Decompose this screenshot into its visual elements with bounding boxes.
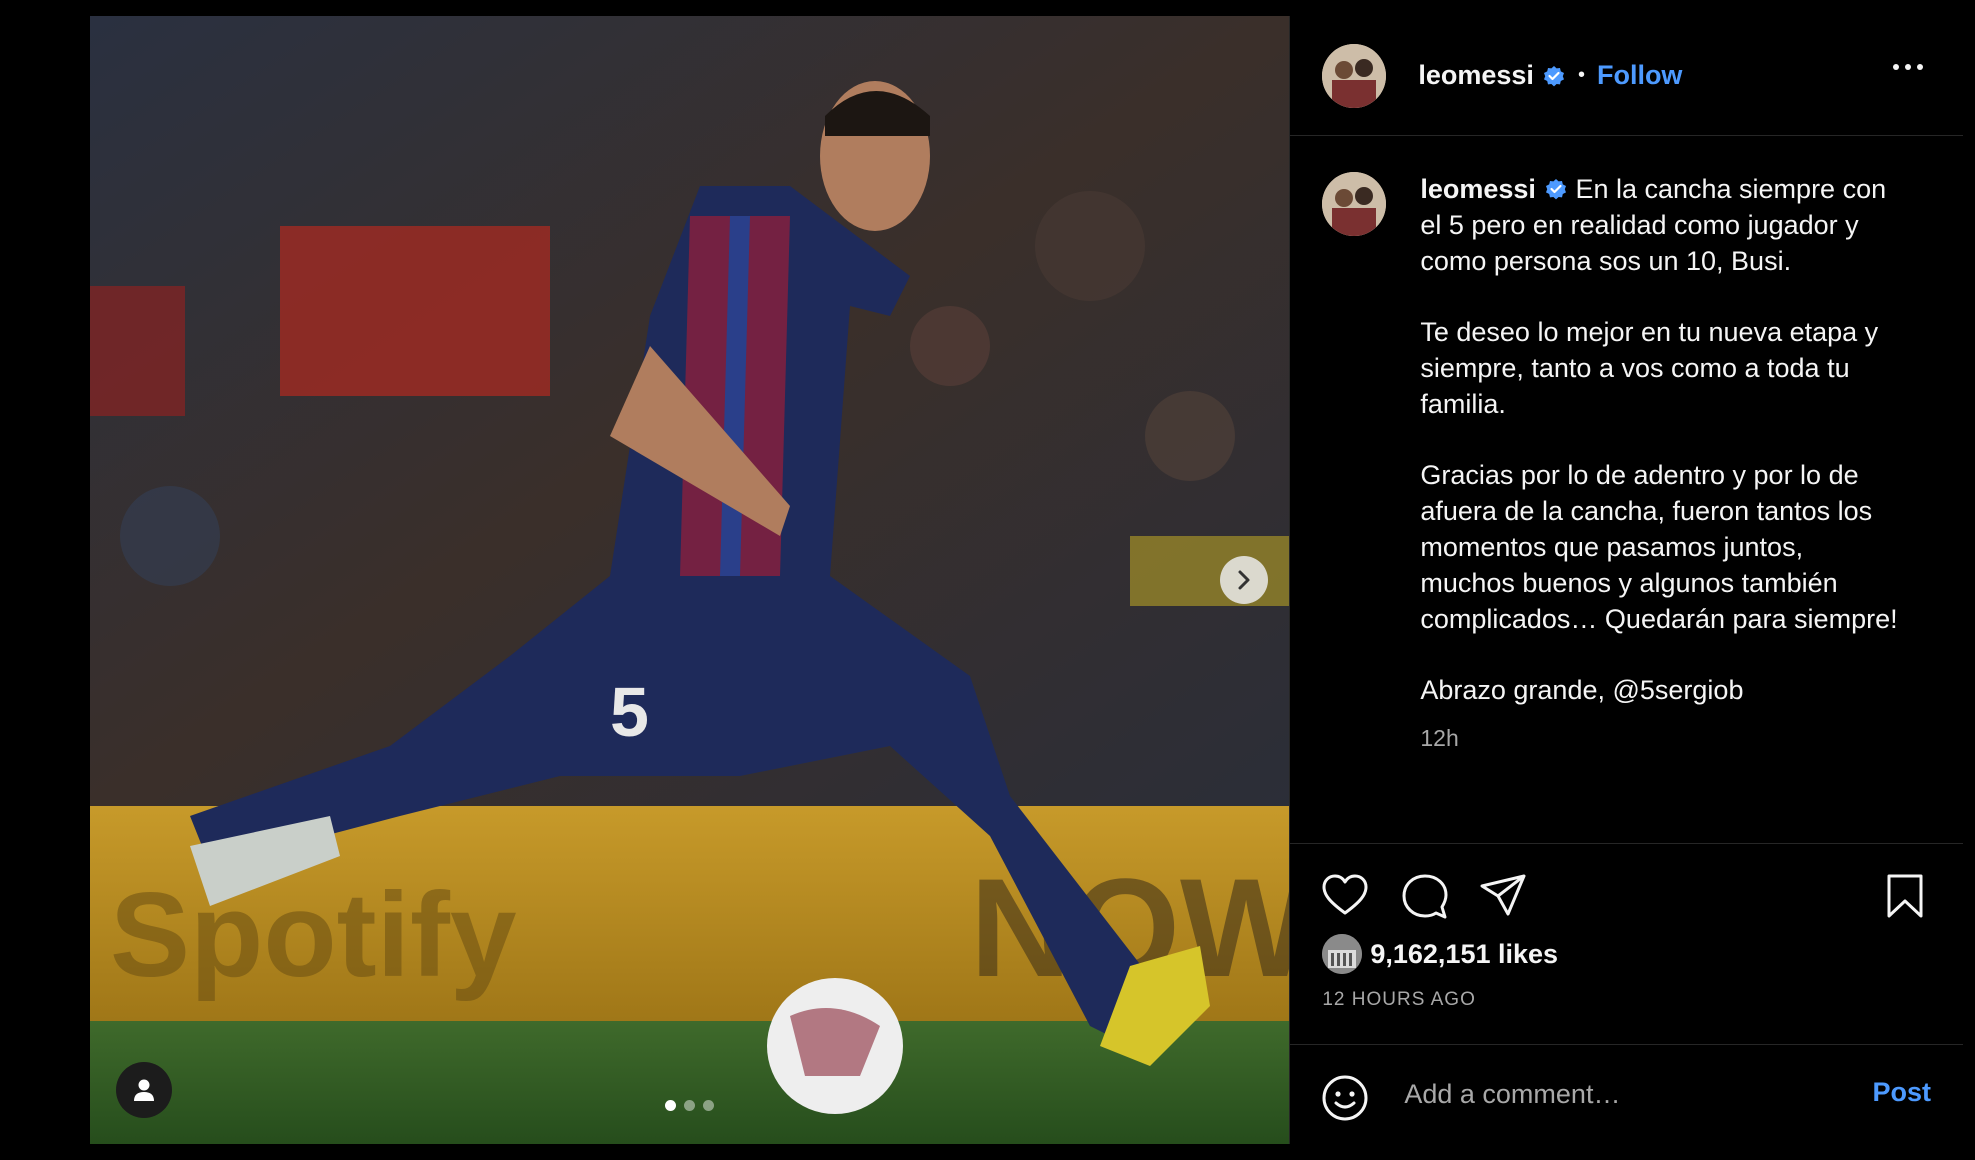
heart-icon[interactable]	[1322, 874, 1368, 916]
action-bar: 9,162,151 likes 12 HOURS AGO	[1290, 844, 1963, 1045]
next-photo-button[interactable]	[1220, 556, 1268, 604]
comment-bar: Post	[1290, 1045, 1963, 1143]
avatar-image	[1322, 934, 1363, 974]
carousel-indicator	[665, 1100, 714, 1111]
bookmark-icon[interactable]	[1886, 874, 1924, 918]
tag-user-icon	[134, 1079, 154, 1101]
more-options-button[interactable]	[1893, 64, 1923, 70]
avatar-image	[1322, 43, 1387, 108]
avatar-image	[1322, 172, 1387, 236]
post-photo: Spotify NOW 5	[90, 16, 1290, 1144]
liker-avatar[interactable]	[1322, 934, 1363, 974]
carousel-dot	[703, 1100, 714, 1111]
tag-user-button[interactable]	[116, 1062, 172, 1118]
caption-text: leomessi En la cancha siempre con el 5 p…	[1420, 172, 1900, 709]
post-modal: Spotify NOW 5 leomessi • Follow leomessi…	[90, 16, 1963, 1144]
caption-username[interactable]: leomessi	[1420, 174, 1536, 204]
share-icon[interactable]	[1480, 874, 1526, 918]
post-header: leomessi • Follow	[1290, 16, 1963, 136]
verified-badge-icon	[1544, 177, 1568, 201]
chevron-right-icon	[1238, 570, 1250, 590]
likes-count[interactable]: 9,162,151 likes	[1370, 939, 1558, 970]
username-link[interactable]: leomessi	[1418, 60, 1534, 91]
comment-input[interactable]	[1402, 1071, 1827, 1117]
carousel-dot	[684, 1100, 695, 1111]
more-icon	[1893, 64, 1899, 70]
emoji-icon[interactable]	[1322, 1075, 1368, 1121]
caption-time: 12h	[1420, 724, 1459, 751]
likes-row: 9,162,151 likes	[1322, 934, 1558, 974]
verified-badge-icon	[1542, 64, 1566, 88]
post-media: Spotify NOW 5	[90, 16, 1290, 1144]
caption-avatar[interactable]	[1322, 172, 1387, 236]
comment-icon[interactable]	[1402, 874, 1448, 920]
post-sidebar: leomessi • Follow leomessi En la cancha …	[1289, 16, 1963, 1144]
separator-dot: •	[1577, 64, 1585, 86]
svg-text:5: 5	[610, 673, 649, 751]
follow-button[interactable]: Follow	[1597, 60, 1682, 91]
carousel-dot	[665, 1100, 676, 1111]
caption-content: En la cancha siempre con el 5 pero en re…	[1420, 174, 1898, 706]
avatar[interactable]	[1322, 43, 1387, 108]
caption-section: leomessi En la cancha siempre con el 5 p…	[1290, 136, 1963, 844]
post-comment-button[interactable]: Post	[1872, 1077, 1931, 1108]
post-timestamp[interactable]: 12 HOURS AGO	[1322, 989, 1476, 1011]
caption-body: leomessi En la cancha siempre con el 5 p…	[1420, 172, 1900, 843]
svg-text:Spotify: Spotify	[110, 868, 517, 1002]
